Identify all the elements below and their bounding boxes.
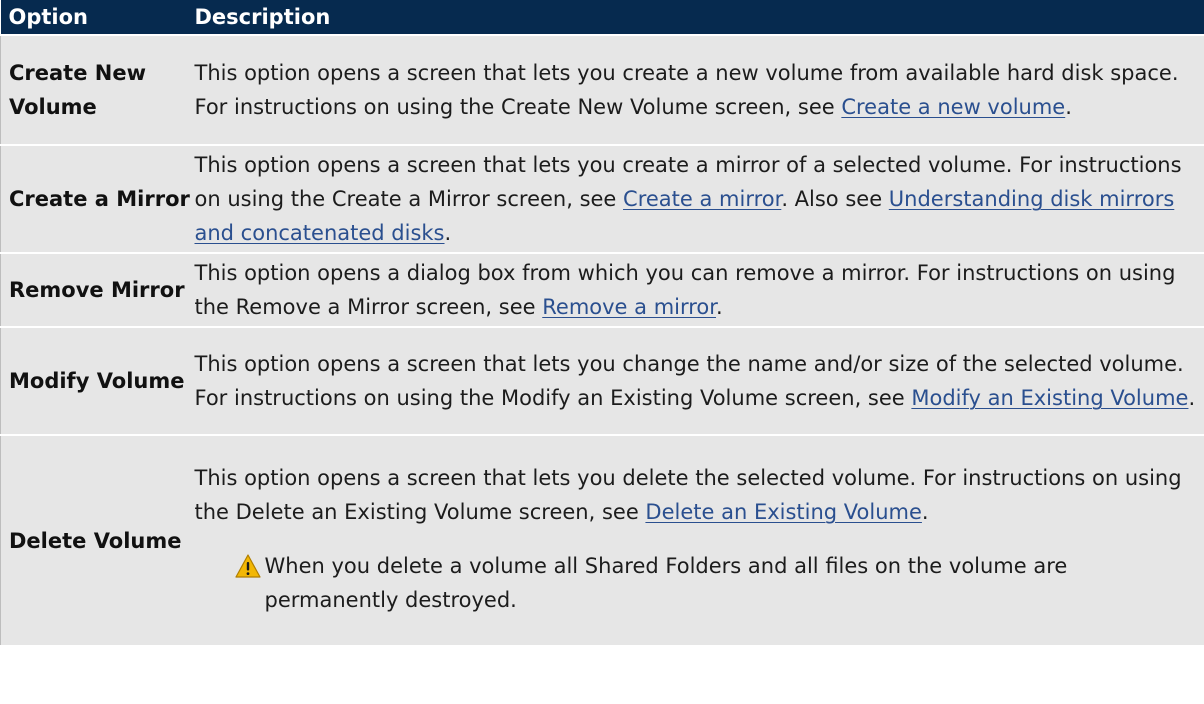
option-description: This option opens a screen that lets you… [190,144,1204,253]
option-name: Delete Volume [0,434,191,645]
option-description: This option opens a screen that lets you… [190,326,1204,435]
link-remove-a-mirror[interactable]: Remove a mirror [542,295,716,319]
warning-text: When you delete a volume all Shared Fold… [264,553,1068,612]
table-row: Create a Mirror This option opens a scre… [0,144,1204,253]
table-row: Modify Volume This option opens a screen… [0,326,1204,435]
table-row: Create New Volume This option opens a sc… [0,34,1204,145]
warning-note: When you delete a volume all Shared Fold… [234,549,1199,617]
warning-triangle-icon [234,553,261,578]
table-row: Delete Volume This option opens a screen… [0,434,1204,645]
description-text-end: . [1065,95,1072,119]
description-text-end: . [1188,386,1196,410]
link-create-new-volume[interactable]: Create a new volume [841,95,1065,119]
link-modify-an-existing-volume[interactable]: Modify an Existing Volume [911,386,1188,410]
description-text-mid: . Also see [781,187,889,211]
table-row: Remove Mirror This option opens a dialog… [0,252,1204,327]
option-description: This option opens a dialog box from whic… [190,252,1204,327]
option-name: Create New Volume [0,34,191,145]
option-name: Create a Mirror [0,144,191,253]
option-name: Remove Mirror [0,252,191,327]
header-description: Description [194,5,331,29]
option-description: This option opens a screen that lets you… [190,434,1204,645]
description-text-end: . [921,499,929,524]
table-header-row: Option Description [0,0,1204,35]
description-text-end: . [444,221,452,245]
options-table: Option Description Create New Volume Thi… [0,0,1204,645]
option-name: Modify Volume [0,326,191,435]
header-option: Option [8,5,89,29]
link-create-a-mirror[interactable]: Create a mirror [623,187,781,211]
option-description: This option opens a screen that lets you… [190,34,1204,145]
options-table-container: Option Description Create New Volume Thi… [0,0,1204,704]
description-text-end: . [715,295,723,319]
link-delete-an-existing-volume[interactable]: Delete an Existing Volume [645,500,922,524]
